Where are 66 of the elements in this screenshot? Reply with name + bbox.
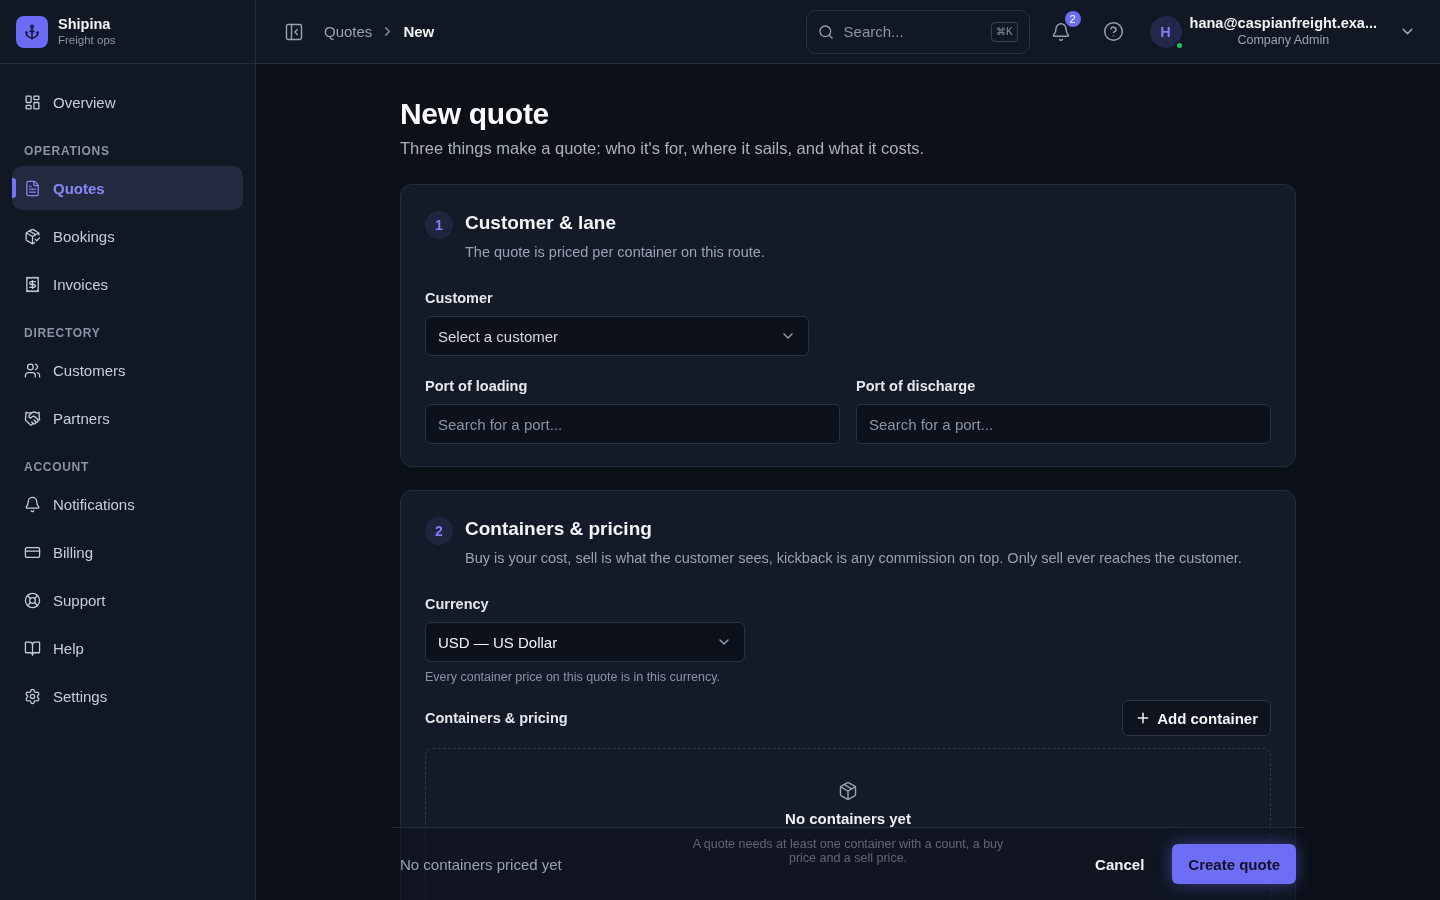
step-title: Containers & pricing: [465, 517, 652, 541]
receipt-icon: [24, 275, 41, 293]
help-icon: [1102, 21, 1124, 42]
nav-item[interactable]: Help: [12, 626, 243, 670]
empty-state-description: A quote needs at least one container with a count, a buy price and a sell price.: [691, 837, 1005, 865]
document-icon: [24, 179, 41, 197]
nav-item[interactable]: Billing: [12, 530, 243, 574]
lifebuoy-icon: [24, 591, 41, 609]
field-label: Port of discharge: [856, 377, 976, 396]
brand-tagline: Freight ops: [58, 33, 116, 48]
page-subtitle: Three things make a quote: who it's for, where it sails, and what it costs.: [400, 138, 926, 159]
breadcrumb-link[interactable]: Quotes: [324, 23, 373, 40]
user-email: hana@caspianfreight.exa...: [1189, 14, 1377, 32]
package-check-icon: [24, 227, 41, 245]
bell-icon: [24, 495, 41, 513]
page-title: New quote: [400, 96, 550, 132]
add-container-button[interactable]: Add container: [1122, 700, 1271, 736]
step-number: 1: [425, 211, 453, 239]
user-role: Company Admin: [1237, 32, 1330, 49]
step-number: 2: [425, 517, 453, 545]
nav-item[interactable]: Quotes: [12, 166, 243, 210]
pricing-status: No containers priced yet: [400, 855, 562, 873]
nav-item[interactable]: Support: [12, 578, 243, 622]
book-icon: [24, 639, 41, 657]
panel-left-icon: [284, 21, 304, 42]
handshake-icon: [24, 409, 41, 427]
cancel-button[interactable]: Cancel: [1095, 847, 1145, 881]
field-hint: Every container price on this quote is in this currency.: [425, 669, 721, 685]
settings-icon: [24, 687, 41, 705]
package-icon: [838, 781, 858, 801]
port-search-field[interactable]: Search for a port...: [856, 404, 1271, 444]
select-field[interactable]: USD — US Dollar: [425, 622, 745, 662]
nav-item[interactable]: Customers: [12, 348, 243, 392]
search-icon: [817, 23, 834, 40]
help-button[interactable]: [1102, 21, 1124, 42]
nav-item[interactable]: Settings: [12, 674, 243, 718]
select-field[interactable]: Select a customer: [425, 316, 809, 356]
bell-icon: [1050, 21, 1071, 42]
field-label: Port of loading: [425, 377, 528, 396]
nav-item[interactable]: Invoices: [12, 262, 243, 306]
users-icon: [24, 361, 41, 379]
nav-item[interactable]: Bookings: [12, 214, 243, 258]
shortcut-key: ⌘K: [990, 21, 1018, 42]
nav-item[interactable]: Overview: [12, 80, 243, 124]
sidebar-toggle-button[interactable]: [284, 21, 304, 42]
containers-label: Containers & pricing: [425, 710, 568, 726]
port-search-field[interactable]: Search for a port...: [425, 404, 840, 444]
empty-state-title: No containers yet: [785, 809, 911, 829]
create-quote-button[interactable]: Create quote: [1172, 844, 1296, 884]
dashboard-icon: [24, 93, 41, 111]
user-avatar[interactable]: H: [1149, 15, 1182, 48]
brand-name: Shipina: [58, 15, 112, 33]
breadcrumb-current: New: [403, 23, 435, 40]
notification-badge: 2: [1064, 10, 1081, 27]
notifications-button[interactable]: [1050, 21, 1071, 42]
nav-item[interactable]: Notifications: [12, 482, 243, 526]
nav-item[interactable]: Partners: [12, 396, 243, 440]
step-description: Buy is your cost, sell is what the customer sees, kickback is any commission on top. Only sell ever reaches the customer.: [465, 549, 1242, 568]
anchor-logo-icon: [16, 15, 48, 48]
nav-section-heading: OPERATIONS: [23, 143, 111, 159]
step-description: The quote is priced per container on this route.: [465, 243, 765, 262]
field-label: Customer: [425, 289, 493, 308]
field-label: Currency: [425, 595, 489, 614]
step-title: Customer & lane: [465, 211, 616, 235]
nav-section-heading: ACCOUNT: [23, 459, 91, 475]
nav-section-heading: DIRECTORY: [23, 325, 102, 341]
